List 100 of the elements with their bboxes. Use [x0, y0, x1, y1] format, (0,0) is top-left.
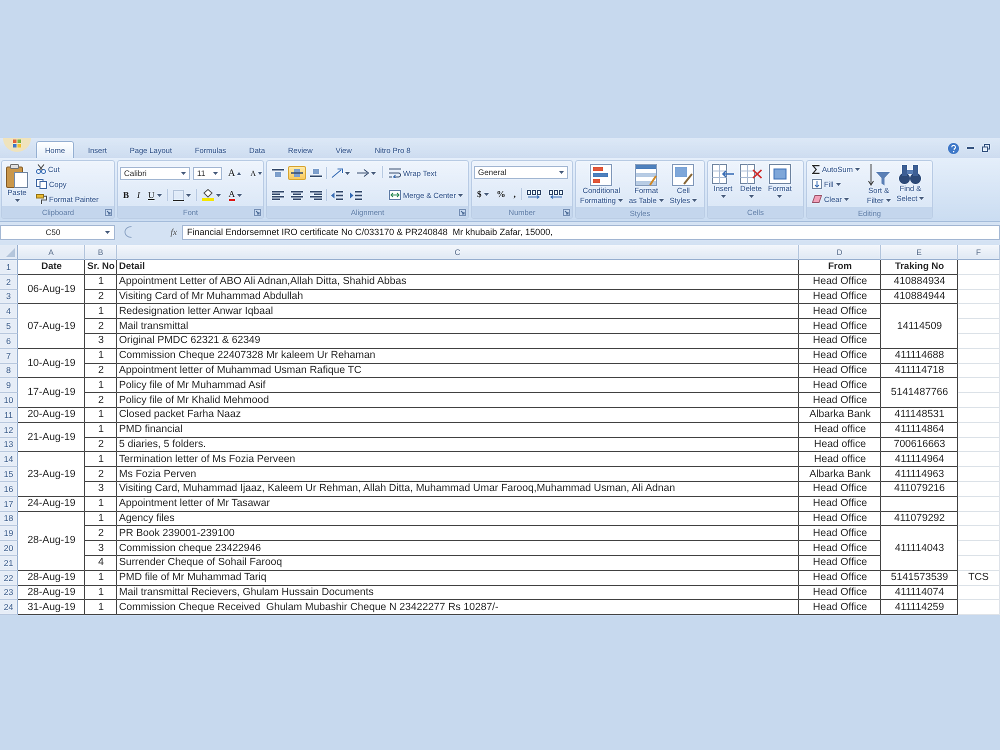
font-size-field[interactable]: 11 — [193, 166, 222, 180]
resize-handle-icon — [123, 226, 132, 238]
eraser-icon — [812, 195, 822, 203]
table-cell: 1 — [85, 378, 117, 394]
paintbrush-icon — [36, 194, 47, 204]
table-cell: 411114074 — [881, 586, 958, 600]
currency-button[interactable]: $ — [474, 187, 492, 201]
vertical-align-button[interactable] — [269, 166, 287, 180]
row-number[interactable]: 24 — [0, 600, 18, 616]
row-number[interactable]: 2 — [0, 274, 18, 290]
row-number[interactable]: 22 — [0, 570, 18, 586]
percent-button[interactable]: % — [494, 187, 508, 201]
row-number[interactable]: 4 — [0, 304, 18, 320]
table-cell: 410884944 — [881, 290, 958, 304]
vertical-align-button[interactable] — [288, 166, 306, 180]
align-right-button[interactable] — [307, 188, 325, 202]
table-cell: Policy file of Mr Khalid Mehmood — [117, 393, 799, 408]
font-color-button[interactable]: A — [226, 188, 246, 202]
table-cell: 411079216 — [881, 482, 958, 497]
bold-button[interactable]: B — [120, 188, 132, 202]
table-cell: Appointment letter of Muhammad Usman Rafique TC — [117, 364, 799, 378]
row-number[interactable]: 8 — [0, 364, 18, 378]
table-cell: 2 — [85, 526, 117, 542]
caret-icon — [919, 197, 924, 200]
table-cell: Appointment Letter of ABO Ali Adnan,Allah Ditta, Shahid Abbas — [117, 274, 799, 290]
table-cell: 411114259 — [881, 600, 958, 616]
row-number[interactable]: 17 — [0, 496, 18, 512]
insert-function-button[interactable]: fx — [170, 227, 178, 237]
row-number[interactable]: 19 — [0, 526, 18, 542]
row-number[interactable]: 21 — [0, 556, 18, 571]
table-cell: Head Office — [799, 274, 881, 290]
grow-font-button[interactable]: A — [225, 166, 244, 180]
column-header[interactable]: B — [85, 245, 117, 260]
row-number[interactable]: 11 — [0, 408, 18, 423]
number-format-field[interactable]: General — [474, 166, 568, 179]
dialog-launcher-icon[interactable] — [459, 208, 466, 216]
decrease-decimal-icon — [548, 190, 563, 198]
font-name-field[interactable]: Calibri — [120, 166, 190, 180]
name-box[interactable]: C50 — [0, 224, 115, 240]
table-cell: PR Book 239001-239100 — [117, 526, 799, 542]
caret-icon — [618, 199, 623, 202]
table-cell: Head Office — [799, 600, 881, 616]
empty-cell — [958, 422, 1000, 438]
increase-indent-icon — [350, 190, 362, 200]
insert-cells-icon — [712, 164, 734, 184]
table-cell: Head Office — [799, 570, 881, 586]
row-number[interactable]: 20 — [0, 541, 18, 556]
align-center-button[interactable] — [288, 188, 306, 202]
row-number[interactable]: 14 — [0, 452, 18, 468]
column-header[interactable]: A — [18, 245, 85, 260]
header-cell: Traking No — [881, 260, 958, 275]
row-number[interactable]: 18 — [0, 512, 18, 526]
comma-button[interactable]: , — [510, 187, 519, 201]
column-header[interactable]: E — [881, 245, 958, 260]
underline-button[interactable]: U — [145, 188, 165, 202]
row-number[interactable]: 1 — [0, 260, 18, 275]
dialog-launcher-icon[interactable] — [563, 208, 570, 216]
text-direction-button[interactable] — [354, 166, 379, 180]
empty-cell — [958, 348, 1000, 364]
row-number[interactable]: 12 — [0, 422, 18, 438]
row-number[interactable]: 9 — [0, 378, 18, 394]
row-number[interactable]: 16 — [0, 482, 18, 497]
row-number[interactable]: 5 — [0, 319, 18, 334]
vertical-align-button[interactable] — [307, 166, 325, 180]
sort-filter-icon — [868, 164, 890, 186]
row-number[interactable]: 15 — [0, 467, 18, 482]
column-header[interactable]: C — [117, 245, 799, 260]
italic-button[interactable]: I — [134, 188, 144, 202]
empty-cell — [958, 452, 1000, 468]
binoculars-icon — [899, 164, 922, 184]
row-number[interactable]: 7 — [0, 348, 18, 364]
dialog-launcher-icon[interactable] — [105, 208, 112, 216]
empty-cell — [958, 393, 1000, 408]
row-number[interactable]: 23 — [0, 586, 18, 600]
row-number[interactable]: 6 — [0, 334, 18, 349]
row-number[interactable]: 13 — [0, 438, 18, 452]
align-left-button[interactable] — [269, 188, 287, 202]
table-cell: 2 — [85, 438, 117, 452]
cell-styles-icon — [672, 164, 694, 186]
table-cell: Appointment letter of Mr Tasawar — [117, 496, 799, 512]
dialog-launcher-icon[interactable] — [254, 208, 261, 216]
column-header[interactable]: D — [799, 245, 881, 260]
formula-field[interactable]: Financial Endorsemnet IRO certificate No C/033170 & PR240848 Mr khubaib Zafar, 15000, — [182, 224, 1000, 240]
shrink-font-button[interactable]: A — [247, 166, 263, 180]
restore-icon — [982, 144, 990, 152]
table-icon — [635, 164, 658, 186]
table-cell: 411114688 — [881, 348, 958, 364]
increase-indent-button[interactable] — [347, 188, 365, 202]
align-right-icon — [310, 190, 322, 200]
office-button[interactable] — [3, 138, 31, 152]
table-cell: Mail transmittal Recievers, Ghulam Hussain Documents — [117, 586, 799, 600]
column-header[interactable]: F — [958, 245, 1000, 260]
clipboard-icon — [6, 164, 28, 188]
table-cell: 2 — [85, 467, 117, 482]
header-cell: Date — [18, 260, 85, 275]
merge-cells-icon — [389, 190, 401, 200]
header-cell: Detail — [117, 260, 799, 275]
table-cell: Head Office — [799, 482, 881, 497]
row-number[interactable]: 10 — [0, 393, 18, 408]
row-number[interactable]: 3 — [0, 290, 18, 304]
